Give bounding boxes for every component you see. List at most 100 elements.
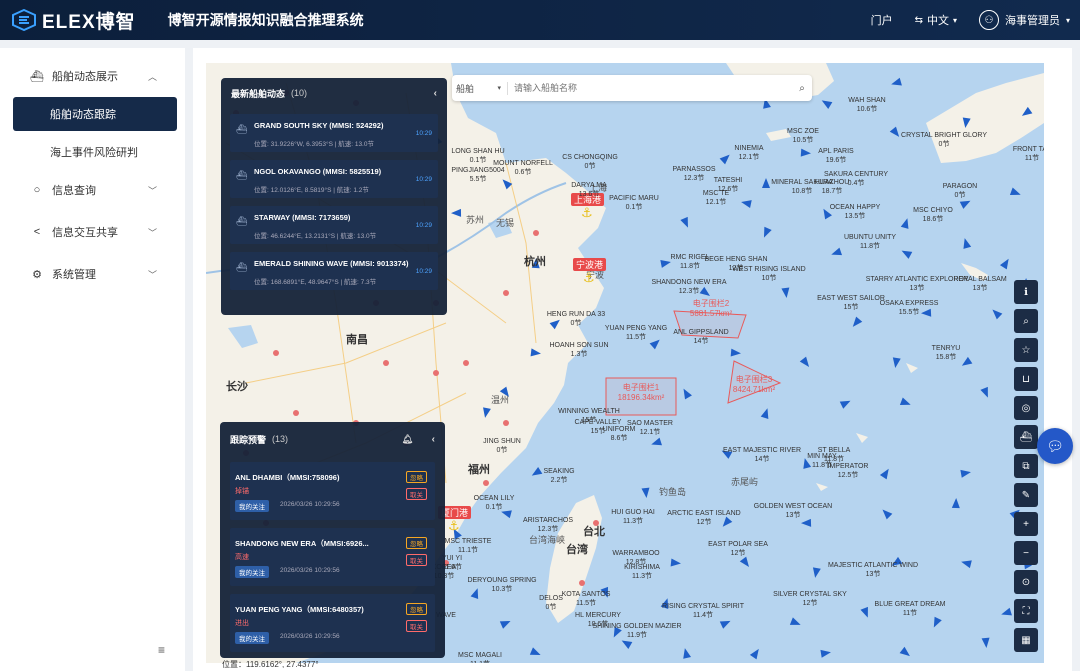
ship-label[interactable]: OCEAN HAPPY 13.5节: [830, 203, 881, 221]
zoom-in-icon[interactable]: +: [1014, 512, 1038, 536]
ship-speed: 12.1节: [738, 154, 760, 161]
ship-label[interactable]: SAO MASTER 12.1节: [627, 419, 673, 437]
draw-icon[interactable]: ✎: [1014, 483, 1038, 507]
ship-label[interactable]: WEST RISING ISLAND 10节: [732, 265, 805, 283]
ship-label[interactable]: JING SHUN 0节: [483, 437, 521, 455]
ship-label[interactable]: SAKURA CENTURY 0.4节: [824, 170, 888, 188]
alert-item[interactable]: ANL DHAMBI（MMSI:758096) 掉锚 我的关注 2026/03/26 …: [230, 462, 435, 520]
ship-search-input[interactable]: [514, 83, 792, 93]
ship-label[interactable]: KIRISHIMA 11.3节: [624, 563, 660, 581]
unfollow-button[interactable]: 取关: [406, 620, 427, 632]
search-icon[interactable]: ⌕: [792, 83, 812, 94]
ship-label[interactable]: BLUE GREAT DREAM 11节: [875, 600, 946, 618]
ignore-button[interactable]: 忽略: [406, 471, 427, 483]
location-icon[interactable]: ⊙: [1014, 570, 1038, 594]
ship-label[interactable]: HENG RUN DA 33 0节: [547, 310, 605, 328]
ship-label[interactable]: SILVER CRYSTAL SKY 12节: [773, 590, 847, 608]
ship-label[interactable]: DARYA MA 13.6节: [571, 181, 607, 199]
anchor-icon[interactable]: ⚓: [448, 518, 460, 534]
chat-bubble-icon[interactable]: 💬︎: [1037, 428, 1073, 464]
menu-group-info-share[interactable]: < 信息交互共享 ﹀: [0, 211, 185, 253]
ship-item[interactable]: ⛴ STARWAY (MMSI: 7173659) 位置: 46.6244°E, 1…: [230, 206, 438, 244]
ship-label[interactable]: GOLDEN WEST OCEAN 13节: [754, 502, 832, 520]
ship-label[interactable]: YUAN PENG YANG 11.5节: [605, 324, 667, 342]
ship-label[interactable]: FRONT TAY 11节: [1013, 145, 1044, 163]
collapse-menu-icon[interactable]: ≡: [158, 643, 165, 657]
fence-label[interactable]: 电子围栏2 5881.57km²: [690, 299, 732, 319]
ship-label[interactable]: CRYSTAL BRIGHT GLORY 0节: [901, 131, 987, 149]
crop-icon[interactable]: ⧉: [1014, 454, 1038, 478]
ship-label[interactable]: MAJESTIC ATLANTIC WIND 13节: [828, 561, 918, 579]
ship-label[interactable]: WAH SHAN 10.6节: [848, 96, 885, 114]
submenu-maritime-risk[interactable]: 海上事件风险研判: [0, 135, 185, 169]
ship-label[interactable]: SEAKING 2.2节: [543, 467, 574, 485]
cart-icon[interactable]: ⊔: [1014, 367, 1038, 391]
ship-label[interactable]: EAST POLAR SEA 12节: [708, 540, 768, 558]
ship-label[interactable]: OCEAN LILY 0.1节: [474, 494, 515, 512]
ship-label[interactable]: HUI GUO HAI 11.3节: [611, 508, 655, 526]
ship-label[interactable]: ANL GIPPSLAND 14节: [673, 328, 728, 346]
ship-label[interactable]: HOANH SON SUN 1.3节: [549, 341, 608, 359]
target-icon[interactable]: ◎: [1014, 396, 1038, 420]
alert-item[interactable]: SHANDONG NEW ERA（MMSI:6926... 高速 我的关注 2026/…: [230, 528, 435, 586]
ship-label[interactable]: IMPERATOR 12.5节: [828, 462, 869, 480]
unfollow-button[interactable]: 取关: [406, 488, 427, 500]
ship-label[interactable]: KOTA SANTOS 11.5节: [562, 590, 611, 608]
language-switch[interactable]: ⇆ 中文 ▾: [915, 12, 957, 28]
logo[interactable]: ELEX博智: [12, 7, 136, 34]
ship-label[interactable]: DELOS 0节: [539, 594, 563, 612]
bell-icon[interactable]: 🔔︎: [402, 434, 413, 445]
unfollow-button[interactable]: 取关: [406, 554, 427, 566]
submenu-ship-tracking[interactable]: 船舶动态跟踪: [13, 97, 177, 131]
ship-label[interactable]: MSC TRIESTE 11.1节: [445, 537, 492, 555]
anchor-icon[interactable]: ⚓: [581, 205, 593, 221]
ship-item[interactable]: ⛴ GRAND SOUTH SKY (MMSI: 524292) 位置: 31.92…: [230, 114, 438, 152]
fullscreen-icon[interactable]: ⛶: [1014, 599, 1038, 623]
ship-label[interactable]: APL PARIS 19.6节: [818, 147, 853, 165]
ship-icon[interactable]: ⛴: [1014, 425, 1038, 449]
ship-label[interactable]: EAST MAJESTIC RIVER 14节: [723, 446, 801, 464]
ship-label[interactable]: PINGJIANG5004 5.5节: [451, 166, 504, 184]
ship-label[interactable]: PARNASSOS 12.3节: [672, 165, 715, 183]
ship-label[interactable]: ARCTIC EAST ISLAND 12节: [667, 509, 740, 527]
ship-label[interactable]: ARISTARCHOS 12.3节: [523, 516, 573, 534]
ship-label[interactable]: SHANDONG NEW ERA 12.3节: [651, 278, 726, 296]
search-type-select[interactable]: 船舶 ▾: [452, 81, 508, 95]
ship-label[interactable]: ROYAL BALSAM 13节: [953, 275, 1006, 293]
ship-label[interactable]: PACIFIC MARU 0.1节: [609, 194, 659, 212]
ship-label[interactable]: TENRYU 15.8节: [932, 344, 961, 362]
search-icon[interactable]: ⌕: [1014, 309, 1038, 333]
ship-label[interactable]: CS CHONGQING 0节: [562, 153, 618, 171]
ship-label[interactable]: UBUNTU UNITY 11.8节: [844, 233, 896, 251]
ship-label[interactable]: EAST WEST SAILOR 15节: [817, 294, 885, 312]
collapse-panel-icon[interactable]: ‹: [432, 434, 435, 445]
ship-label[interactable]: MSC ZOE 10.5节: [787, 127, 819, 145]
menu-group-info-query[interactable]: ○ 信息查询 ﹀: [0, 169, 185, 211]
alert-item[interactable]: YUAN PENG YANG（MMSI:6480357) 进出 我的关注 2026/0…: [230, 594, 435, 652]
ship-label[interactable]: OSAKA EXPRESS 15.5节: [880, 299, 939, 317]
ship-label[interactable]: DERYOUNG SPRING 10.3节: [467, 576, 536, 594]
ship-label[interactable]: PARAGON 0节: [943, 182, 978, 200]
ship-label[interactable]: NINEMIA 12.1节: [734, 144, 763, 162]
user-menu[interactable]: ⚇ 海事管理员 ▾: [978, 10, 1070, 30]
fence-label[interactable]: 电子围栏1 18196.34km²: [618, 383, 665, 403]
ship-label[interactable]: MSC MAGALI11.1节: [458, 651, 502, 663]
ship-item[interactable]: ⛴ EMERALD SHINING WAVE (MMSI: 9013374) 位置:…: [230, 252, 438, 290]
ignore-button[interactable]: 忽略: [406, 537, 427, 549]
ignore-button[interactable]: 忽略: [406, 603, 427, 615]
menu-group-system[interactable]: ⚙ 系统管理 ﹀: [0, 253, 185, 295]
collapse-panel-icon[interactable]: ‹: [434, 88, 437, 99]
fence-label[interactable]: 电子围栏3 8424.71km²: [733, 375, 775, 395]
ship-item[interactable]: ⛴ NGOL OKAVANGO (MMSI: 5825519) 位置: 12.012…: [230, 160, 438, 198]
anchor-icon[interactable]: ⚓: [583, 270, 595, 286]
info-icon[interactable]: ℹ: [1014, 280, 1038, 304]
ship-label[interactable]: SHINING GOLDEN MAZIER 11.9节: [592, 622, 681, 640]
ship-label[interactable]: RISING CRYSTAL SPIRIT 11.4节: [662, 602, 744, 620]
ship-label[interactable]: MSC CHIYO 18.6节: [913, 206, 953, 224]
ship-label[interactable]: MSC TE 12.1节: [703, 189, 729, 207]
menu-group-ship-dynamics[interactable]: ⛴ 船舶动态展示 ︿: [0, 55, 185, 97]
zoom-out-icon[interactable]: −: [1014, 541, 1038, 565]
grid-icon[interactable]: ▦: [1014, 628, 1038, 652]
portal-link[interactable]: 门户: [871, 12, 893, 28]
star-icon[interactable]: ☆: [1014, 338, 1038, 362]
